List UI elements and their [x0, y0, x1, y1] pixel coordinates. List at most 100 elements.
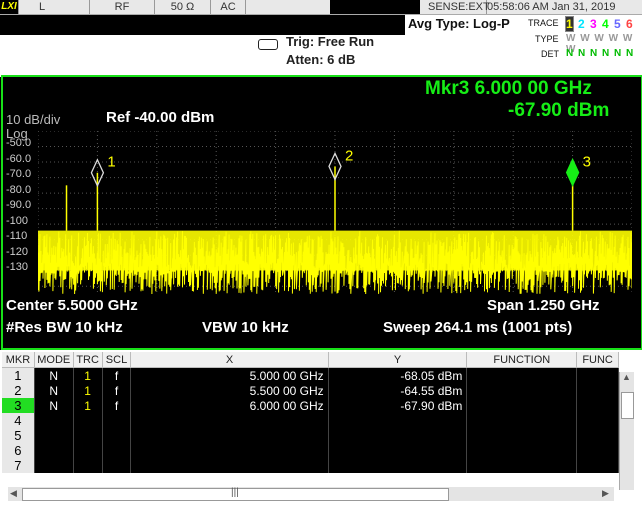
table-row[interactable]: 1 N 1 f 5.000 00 GHz -68.05 dBm: [2, 367, 619, 383]
marker-table-horizontal-scrollbar[interactable]: ◀ ||| ▶: [8, 487, 614, 501]
table-cell: [130, 413, 329, 428]
table-cell: N: [34, 383, 74, 398]
trace-number-5[interactable]: 5: [614, 17, 621, 31]
table-row[interactable]: 5: [2, 428, 619, 443]
trace-number-6[interactable]: 6: [626, 17, 633, 31]
datetime: 05:58:06 AM Jan 31, 2019: [487, 1, 616, 13]
trace-label: TRACE: [528, 18, 559, 28]
table-cell: [466, 413, 578, 428]
table-cell: [466, 383, 578, 398]
column-header-y[interactable]: Y: [328, 352, 468, 368]
table-cell: [130, 458, 329, 473]
table-cell: [34, 458, 74, 473]
table-cell: [576, 383, 619, 398]
trace-number-1[interactable]: 1: [565, 16, 574, 32]
table-cell: [576, 398, 619, 413]
trace-number-2[interactable]: 2: [578, 17, 585, 31]
table-cell: [73, 428, 103, 443]
center-frequency[interactable]: Center 5.5000 GHz: [6, 297, 138, 314]
table-cell: -67.90 dBm: [328, 398, 468, 413]
table-cell: [102, 443, 132, 458]
span[interactable]: Span 1.250 GHz: [487, 297, 600, 314]
trace-panel[interactable]: TRACE TYPE DET 123456 W W W W W W N N N …: [526, 15, 642, 63]
y-tick-label: -50.0: [6, 137, 32, 149]
marker-table-panel: MKR MODE TRC SCL X Y FUNCTION FUNC 1 N 1 f 5.000 00…: [0, 350, 642, 509]
table-cell: [34, 413, 74, 428]
scale-per-div: 10 dB/div: [6, 112, 61, 127]
input-indicator: L: [19, 0, 90, 14]
det-label: DET: [541, 49, 559, 59]
y-tick-label: -100: [6, 214, 29, 227]
y-tick-label: -130: [6, 261, 29, 273]
trace-number-4[interactable]: 4: [602, 17, 609, 31]
attenuation-setting[interactable]: Atten: 6 dB: [286, 52, 355, 67]
marker-label: 2: [345, 147, 353, 164]
column-header-mode[interactable]: MODE: [34, 352, 74, 368]
table-cell: 7: [2, 458, 35, 473]
scroll-up-icon[interactable]: ▲: [622, 372, 631, 382]
table-cell: 5.500 00 GHz: [130, 383, 329, 398]
y-tick-label: -110: [6, 230, 28, 242]
table-cell: [466, 443, 578, 458]
table-cell: f: [102, 398, 132, 413]
table-cell: [576, 443, 619, 458]
column-header-mkr[interactable]: MKR: [2, 352, 35, 368]
marker-3-icon[interactable]: [565, 157, 580, 188]
sweep-time[interactable]: Sweep 264.1 ms (1001 pts): [383, 319, 572, 336]
vertical-scroll-thumb[interactable]: [621, 392, 634, 419]
column-header-trc[interactable]: TRC: [73, 352, 103, 368]
table-cell: [576, 428, 619, 443]
table-cell: 4: [2, 413, 35, 428]
trace-det-values: N N N N N N: [566, 48, 635, 59]
table-cell: [73, 458, 103, 473]
table-cell: 5.000 00 GHz: [130, 367, 329, 383]
table-cell: [73, 413, 103, 428]
table-row[interactable]: 2 N 1 f 5.500 00 GHz -64.55 dBm: [2, 383, 619, 398]
table-cell: [130, 428, 329, 443]
table-cell: f: [102, 367, 132, 383]
y-tick-label: -70.0: [6, 168, 32, 180]
table-cell: [328, 458, 468, 473]
marker-readout-frequency: Mkr3 6.000 00 GHz: [425, 78, 592, 99]
table-row[interactable]: 3 N 1 f 6.000 00 GHz -67.90 dBm: [2, 398, 619, 413]
marker-table[interactable]: MKR MODE TRC SCL X Y FUNCTION FUNC 1 N 1 f 5.000 00…: [2, 352, 619, 473]
table-cell: [576, 458, 619, 473]
impedance: 50 Ω: [155, 0, 211, 14]
table-cell: N: [34, 367, 74, 383]
table-cell: 6.000 00 GHz: [130, 398, 329, 413]
column-header-func[interactable]: FUNC: [576, 352, 619, 368]
table-cell: N: [34, 398, 74, 413]
marker-label: 1: [107, 154, 115, 171]
reference-level[interactable]: Ref -40.00 dBm: [106, 109, 214, 126]
column-header-function[interactable]: FUNCTION: [466, 352, 578, 368]
horizontal-scroll-thumb[interactable]: |||: [22, 487, 449, 501]
y-tick-label: -90.0: [6, 199, 32, 211]
settings-dark-bar: [0, 15, 405, 35]
table-cell: [466, 367, 578, 383]
scroll-right-icon[interactable]: ▶: [602, 488, 609, 499]
table-cell: [130, 443, 329, 458]
table-row[interactable]: 7: [2, 458, 619, 473]
spectrum-graticule[interactable]: 1 2 3: [38, 131, 632, 294]
column-header-scl[interactable]: SCL: [102, 352, 132, 368]
trigger-setting[interactable]: Trig: Free Run: [286, 34, 374, 49]
trace-number-3[interactable]: 3: [590, 17, 597, 31]
video-bandwidth[interactable]: VBW 10 kHz: [202, 319, 289, 336]
resolution-bandwidth[interactable]: #Res BW 10 kHz: [6, 319, 123, 336]
column-header-x[interactable]: X: [130, 352, 329, 368]
rf-coupling: RF: [90, 0, 155, 14]
trace-numbers[interactable]: 123456: [564, 15, 640, 32]
table-cell: [576, 413, 619, 428]
table-cell: [328, 428, 468, 443]
table-cell: 3: [2, 398, 35, 413]
table-row[interactable]: 6: [2, 443, 619, 458]
table-cell: 1: [73, 398, 103, 413]
type-label: TYPE: [535, 34, 559, 44]
scroll-left-icon[interactable]: ◀: [10, 488, 17, 499]
avg-type-setting[interactable]: Avg Type: Log-P: [408, 16, 510, 31]
table-cell: [102, 458, 132, 473]
table-row[interactable]: 4: [2, 413, 619, 428]
marker-table-vertical-scrollbar[interactable]: ▲: [619, 372, 634, 490]
table-cell: 1: [73, 367, 103, 383]
lxi-logo: LXI: [0, 0, 19, 14]
